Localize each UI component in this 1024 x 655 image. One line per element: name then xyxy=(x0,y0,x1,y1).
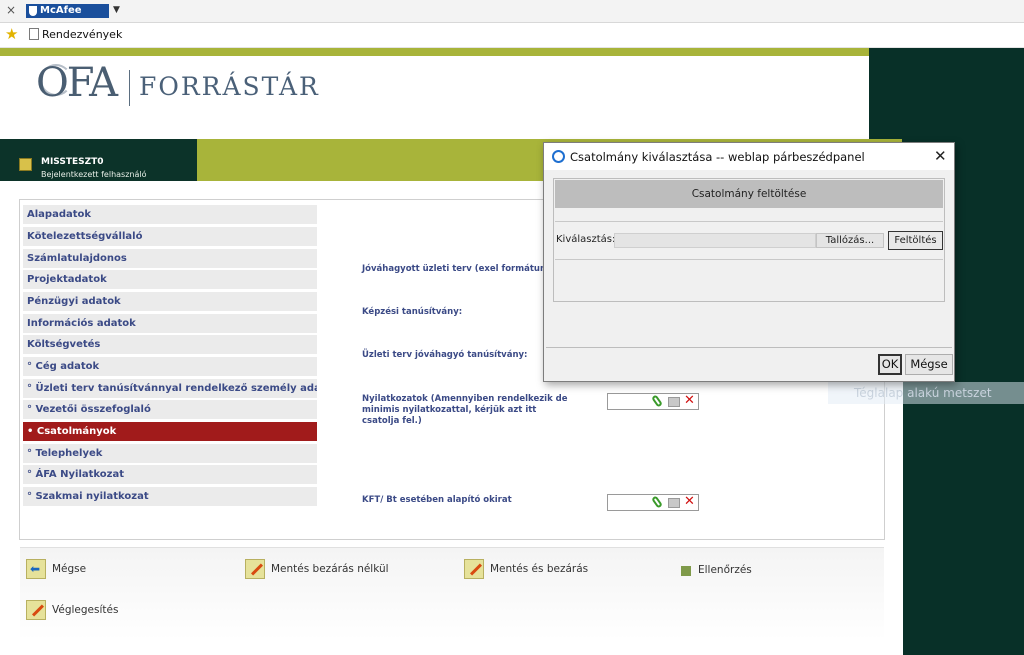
logo-ofa: OFA xyxy=(36,60,118,106)
attachment-field-alapito-okirat[interactable]: ✕ xyxy=(607,494,699,511)
close-icon[interactable]: ✕ xyxy=(934,147,947,165)
dialog-titlebar: Csatolmány kiválasztása -- weblap párbes… xyxy=(544,143,954,170)
cancel-label: Mégse xyxy=(52,563,87,575)
finalize-button[interactable]: Véglegesítés xyxy=(26,600,126,622)
print-icon[interactable] xyxy=(668,498,680,508)
logo-divider xyxy=(129,70,130,106)
pencil-icon xyxy=(464,559,484,579)
favorites-bar xyxy=(0,23,1024,48)
sidebar-item-szamlatulajdonos[interactable]: Számlatulajdonos xyxy=(23,249,317,268)
sidebar-item-szakmai-nyilatkozat[interactable]: ° Szakmai nyilatkozat xyxy=(23,487,317,506)
field-label-nyilatkozatok: Nyilatkozatok (Amennyiben rendelkezik de… xyxy=(362,394,568,426)
ok-button[interactable]: OK xyxy=(878,354,902,375)
check-icon[interactable] xyxy=(681,566,691,576)
sidebar-item-alapadatok[interactable]: Alapadatok xyxy=(23,205,317,224)
browse-button[interactable]: Tallózás... xyxy=(816,233,884,248)
sidebar-item-penzugyi-adatok[interactable]: Pénzügyi adatok xyxy=(23,292,317,311)
file-path-input[interactable] xyxy=(614,233,816,248)
sidebar-item-projektadatok[interactable]: Projektadatok xyxy=(23,270,317,289)
back-arrow-icon: ⬅ xyxy=(26,559,46,579)
favorite-link[interactable]: Rendezvények xyxy=(42,28,122,41)
divider xyxy=(555,221,943,222)
divider xyxy=(555,259,943,260)
ie-icon xyxy=(552,150,565,163)
pencil-icon xyxy=(26,600,46,620)
logo-forrastar: FORRÁSTÁR xyxy=(139,72,320,101)
save-no-close-label: Mentés bezárás nélkül xyxy=(271,563,389,575)
logo-area xyxy=(0,56,869,134)
sidebar-item-csatolmanyok[interactable]: • Csatolmányok xyxy=(23,422,317,441)
chevron-down-icon[interactable]: ▼ xyxy=(113,5,120,15)
save-close-label: Mentés és bezárás xyxy=(490,563,589,575)
header-accent-bar xyxy=(0,48,869,56)
print-icon[interactable] xyxy=(668,397,680,407)
attachment-dialog: Csatolmány kiválasztása -- weblap párbes… xyxy=(543,142,955,382)
close-tab-icon[interactable]: × xyxy=(6,3,16,17)
select-label: Kiválasztás: xyxy=(556,234,616,245)
browser-toolbar xyxy=(0,0,1024,23)
cancel-button[interactable]: ⬅ Mégse xyxy=(26,559,116,581)
user-name: MISSTESZT0 xyxy=(41,157,104,167)
upload-button[interactable]: Feltöltés xyxy=(888,231,943,250)
upload-panel: Csatolmány feltöltése Kiválasztás: Talló… xyxy=(553,178,945,302)
field-label-alapito-okirat: KFT/ Bt esetében alapító okirat xyxy=(362,495,512,505)
dialog-title: Csatolmány kiválasztása -- weblap párbes… xyxy=(570,150,865,164)
sidebar-item-koltsegvetes[interactable]: Költségvetés xyxy=(23,335,317,354)
delete-icon[interactable]: ✕ xyxy=(684,393,695,408)
save-close-button[interactable]: Mentés és bezárás xyxy=(464,559,594,581)
sidebar-item-afa-nyilatkozat[interactable]: ° ÁFA Nyilatkozat xyxy=(23,465,317,484)
dialog-cancel-button[interactable]: Mégse xyxy=(905,354,953,375)
sidebar-item-kotelezettsegvallalo[interactable]: Kötelezettségvállaló xyxy=(23,227,317,246)
pencil-icon xyxy=(245,559,265,579)
sidebar-item-ceg-adatok[interactable]: ° Cég adatok xyxy=(23,357,317,376)
favorites-star-icon[interactable]: ★ xyxy=(5,25,18,43)
sidebar-item-informacios-adatok[interactable]: Információs adatok xyxy=(23,314,317,333)
sidebar-item-vezetoi-osszefoglalo[interactable]: ° Vezetői összefoglaló xyxy=(23,400,317,419)
finalize-label: Véglegesítés xyxy=(52,604,119,616)
attach-clip-icon[interactable] xyxy=(651,495,663,509)
dialog-body: Csatolmány feltöltése Kiválasztás: Talló… xyxy=(546,171,952,348)
page-icon xyxy=(29,28,39,40)
delete-icon[interactable]: ✕ xyxy=(684,494,695,509)
action-toolbar xyxy=(20,547,884,640)
save-no-close-button[interactable]: Mentés bezárás nélkül xyxy=(245,559,405,581)
check-button[interactable]: Ellenőrzés xyxy=(698,564,752,576)
attachment-field-nyilatkozatok[interactable]: ✕ xyxy=(607,393,699,410)
user-role: Bejelentkezett felhasználó xyxy=(41,170,147,179)
mcafee-button[interactable]: McAfee xyxy=(26,4,109,18)
sidebar-item-telephelyek[interactable]: ° Telephelyek xyxy=(23,444,317,463)
sidebar-item-uzleti-terv-szemely[interactable]: ° Üzleti terv tanúsítvánnyal rendelkező … xyxy=(23,379,317,398)
mcafee-shield-icon xyxy=(29,6,37,16)
upload-panel-header: Csatolmány feltöltése xyxy=(555,180,943,208)
user-icon xyxy=(19,158,32,171)
attach-clip-icon[interactable] xyxy=(651,394,663,408)
mcafee-label: McAfee xyxy=(40,5,82,16)
background-hint-text: Téglalap alakú metszet xyxy=(854,386,992,400)
